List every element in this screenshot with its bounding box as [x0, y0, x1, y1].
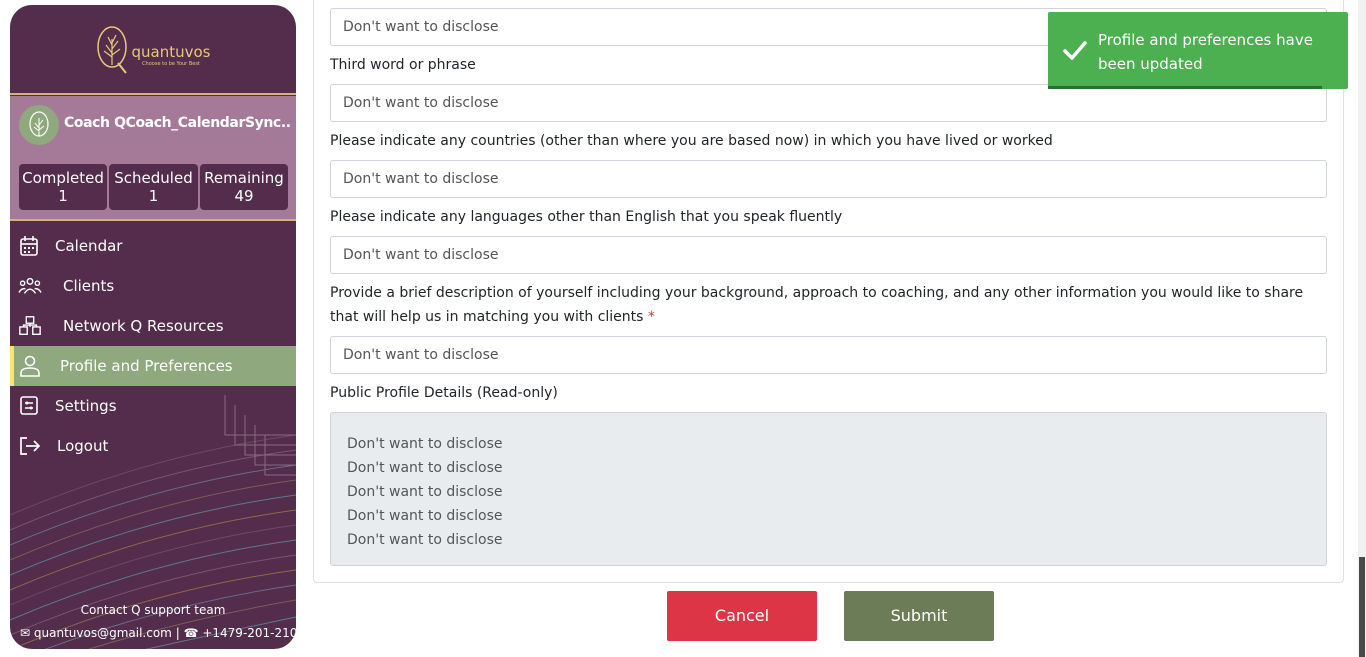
languages-input[interactable]: Don't want to disclose — [330, 236, 1327, 274]
logout-icon — [20, 437, 41, 455]
sidebar-item-label: Clients — [63, 277, 115, 295]
description-label: Provide a brief description of yourself … — [330, 281, 1320, 329]
public-profile-line: Don't want to disclose — [347, 484, 503, 500]
network-icon — [19, 316, 41, 335]
phone-icon: ☎ — [183, 626, 199, 640]
toast-progress-bar — [1048, 86, 1322, 89]
sidebar-item-calendar[interactable]: Calendar — [10, 226, 296, 266]
stat-completed: Completed 1 — [19, 164, 107, 210]
calendar-icon — [20, 236, 38, 256]
sidebar-item-label: Calendar — [55, 237, 123, 255]
scrollbar-thumb[interactable] — [1359, 557, 1365, 657]
coach-profile-card: Coach QCoach_CalendarSync..... Completed… — [10, 96, 296, 220]
logo-tagline: Choose to be Your Best — [142, 60, 200, 67]
contact-email[interactable]: quantuvos@gmail.com — [34, 626, 172, 640]
stat-label: Completed — [22, 169, 104, 187]
success-toast[interactable]: Profile and preferences have been update… — [1048, 12, 1348, 89]
avatar-tree-icon — [29, 111, 49, 137]
countries-input[interactable]: Don't want to disclose — [330, 160, 1327, 198]
description-label-text: Provide a brief description of yourself … — [330, 285, 1304, 325]
required-asterisk: * — [647, 309, 655, 325]
user-icon — [20, 355, 40, 377]
description-input[interactable]: Don't want to disclose — [330, 336, 1327, 374]
toast-message: Profile and preferences have been update… — [1098, 31, 1313, 73]
separator: | — [175, 626, 180, 640]
third-word-input[interactable]: Don't want to disclose — [330, 84, 1327, 122]
logo-tree-icon — [96, 25, 127, 74]
coach-name: Coach QCoach_CalendarSync..... — [64, 115, 292, 131]
stat-label: Remaining — [204, 169, 284, 187]
contact-title: Contact Q support team — [80, 603, 226, 617]
stat-value: 1 — [58, 187, 68, 205]
stat-value: 49 — [234, 187, 254, 205]
contact-info: ✉ quantuvos@gmail.com | ☎ +1479-201-2104 — [20, 626, 296, 640]
stat-label: Scheduled — [114, 169, 193, 187]
avatar[interactable] — [19, 105, 59, 145]
sidebar-item-profile-and-preferences[interactable]: Profile and Preferences — [10, 346, 296, 386]
languages-label: Please indicate any languages other than… — [330, 209, 843, 225]
public-profile-line: Don't want to disclose — [347, 460, 503, 476]
public-profile-label: Public Profile Details (Read-only) — [330, 385, 558, 401]
stat-remaining: Remaining 49 — [200, 164, 288, 210]
users-icon — [18, 277, 42, 294]
cancel-button[interactable]: Cancel — [667, 591, 817, 641]
sidebar-item-network-q-resources[interactable]: Network Q Resources — [10, 306, 296, 346]
public-profile-line: Don't want to disclose — [347, 508, 503, 524]
sidebar-item-label: Logout — [57, 437, 109, 455]
submit-button[interactable]: Submit — [844, 591, 994, 641]
third-word-label: Third word or phrase — [330, 57, 476, 73]
public-profile-line: Don't want to disclose — [347, 532, 503, 548]
sidebar-item-label: Network Q Resources — [63, 317, 224, 335]
sidebar: quantuvos Choose to be Your Best Coach Q… — [10, 5, 296, 649]
contact-phone[interactable]: +1479-201-2104 — [202, 626, 296, 640]
mail-icon: ✉ — [20, 626, 31, 640]
public-profile-readonly: Don't want to disclose Don't want to dis… — [330, 412, 1327, 566]
check-icon — [1063, 41, 1087, 60]
sidebar-item-label: Profile and Preferences — [60, 357, 233, 375]
stat-value: 1 — [148, 187, 159, 205]
settings-icon — [20, 396, 38, 415]
sidebar-item-settings[interactable]: Settings — [10, 386, 296, 426]
stat-scheduled: Scheduled 1 — [109, 164, 198, 210]
countries-label: Please indicate any countries (other tha… — [330, 133, 1053, 149]
divider — [10, 93, 296, 95]
sidebar-item-clients[interactable]: Clients — [10, 266, 296, 306]
logo: quantuvos Choose to be Your Best — [10, 5, 296, 94]
logo-text: quantuvos — [131, 42, 211, 61]
sidebar-item-logout[interactable]: Logout — [10, 426, 296, 466]
public-profile-line: Don't want to disclose — [347, 436, 503, 452]
sidebar-item-label: Settings — [55, 397, 117, 415]
page-scrollbar[interactable] — [1358, 0, 1366, 657]
divider — [10, 219, 296, 221]
